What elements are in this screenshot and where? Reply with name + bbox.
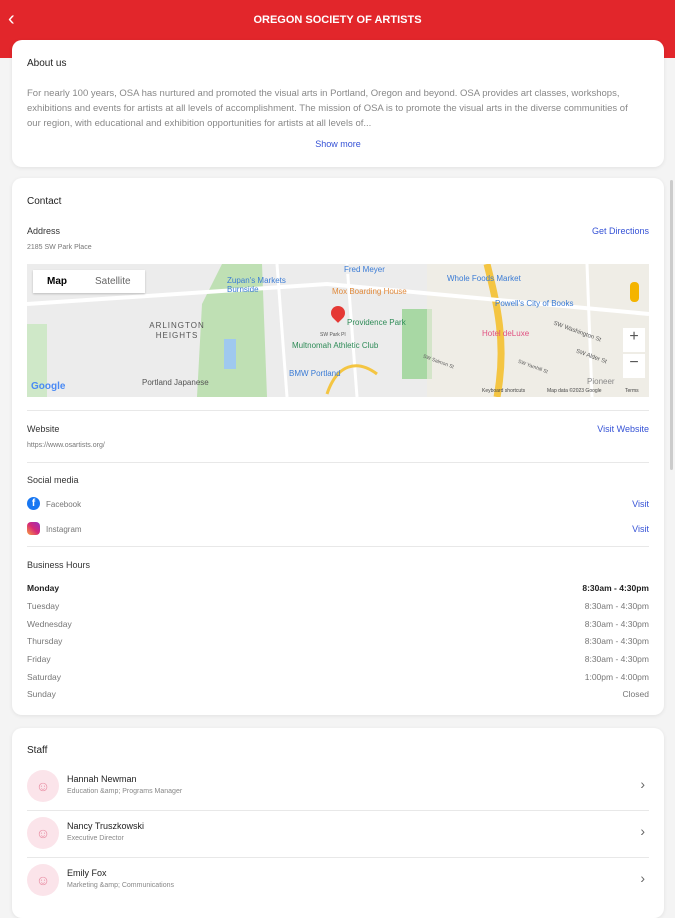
hours-row: Sunday Closed <box>27 689 649 699</box>
hours-row: Tuesday 8:30am - 4:30pm <box>27 601 649 611</box>
address-value: 2185 SW Park Place <box>27 244 92 251</box>
person-avatar-icon: ☺ <box>27 864 59 896</box>
satellite-tab[interactable]: Satellite <box>81 270 145 293</box>
hours-row: Saturday 1:00pm - 4:00pm <box>27 672 649 682</box>
contact-title: Contact <box>27 196 62 207</box>
about-title: About us <box>27 58 67 69</box>
day: Tuesday <box>27 601 60 611</box>
staff-role: Marketing &amp; Communications <box>67 882 174 889</box>
divider <box>27 410 649 411</box>
map-label: Multnomah Athletic Club <box>292 341 379 350</box>
chevron-right-icon[interactable]: › <box>640 870 645 886</box>
map-label: Hotel deLuxe <box>482 329 530 338</box>
contact-card: Contact Address 2185 SW Park Place Get D… <box>12 178 664 715</box>
website-label: Website <box>27 424 60 434</box>
website-url: https://www.osartists.org/ <box>27 442 105 449</box>
person-avatar-icon: ☺ <box>27 817 59 849</box>
hours-row: Wednesday 8:30am - 4:30pm <box>27 619 649 629</box>
hours-row: Thursday 8:30am - 4:30pm <box>27 636 649 646</box>
map-label: Whole Foods Market <box>447 274 521 283</box>
instagram-icon <box>27 522 40 535</box>
day: Monday <box>27 583 60 593</box>
staff-item[interactable]: ☺ Emily Fox Marketing &amp; Communicatio… <box>27 858 649 904</box>
staff-role: Education &amp; Programs Manager <box>67 788 183 795</box>
time: 8:30am - 4:30pm <box>584 654 649 664</box>
map-label: BMW Portland <box>289 369 341 378</box>
zoom-out-button[interactable]: − <box>623 354 645 378</box>
map-label: Portland Japanese <box>142 378 209 387</box>
map-type-toggle: Map Satellite <box>33 270 145 293</box>
staff-title: Staff <box>27 745 48 756</box>
map[interactable]: Map Satellite Fred Meyer Zupan's Markets… <box>27 264 649 397</box>
map-label: Providence Park <box>347 318 406 327</box>
instagram-visit-link[interactable]: Visit <box>632 524 649 534</box>
map-label: ARLINGTON HEIGHTS <box>149 321 205 340</box>
hours-row: Monday 8:30am - 4:30pm <box>27 583 649 593</box>
about-text: For nearly 100 years, OSA has nurtured a… <box>27 88 628 129</box>
visit-website-link[interactable]: Visit Website <box>597 424 649 434</box>
map-label: Zupan's Markets Burnside <box>227 276 286 294</box>
street-view-pegman-icon[interactable] <box>630 282 639 302</box>
day: Friday <box>27 654 51 664</box>
time: 8:30am - 4:30pm <box>584 601 649 611</box>
keyboard-shortcuts-link[interactable]: Keyboard shortcuts <box>482 388 525 394</box>
staff-role: Executive Director <box>67 835 124 842</box>
staff-name: Nancy Truszkowski <box>67 821 145 831</box>
facebook-visit-link[interactable]: Visit <box>632 499 649 509</box>
hours-row: Friday 8:30am - 4:30pm <box>27 654 649 664</box>
chevron-right-icon[interactable]: › <box>640 776 645 792</box>
get-directions-link[interactable]: Get Directions <box>592 226 649 236</box>
map-tab[interactable]: Map <box>33 270 81 293</box>
chevron-right-icon[interactable]: › <box>640 823 645 839</box>
terms-link[interactable]: Terms <box>625 388 639 394</box>
time: 8:30am - 4:30pm <box>584 636 649 646</box>
facebook-icon: f <box>27 497 40 510</box>
map-label: Fred Meyer <box>342 265 387 274</box>
social-media-label: Social media <box>27 475 79 485</box>
person-avatar-icon: ☺ <box>27 770 59 802</box>
staff-name: Hannah Newman <box>67 774 137 784</box>
day: Sunday <box>27 689 56 699</box>
time: 8:30am - 4:30pm <box>584 619 649 629</box>
staff-name: Emily Fox <box>67 868 107 878</box>
staff-item[interactable]: ☺ Nancy Truszkowski Executive Director › <box>27 811 649 857</box>
divider <box>27 462 649 463</box>
time: Closed <box>622 689 649 699</box>
map-label: Powell's City of Books <box>495 299 574 308</box>
google-logo: Google <box>31 381 66 392</box>
facebook-label: Facebook <box>46 500 82 509</box>
scrollbar[interactable] <box>670 180 673 470</box>
staff-item[interactable]: ☺ Hannah Newman Education &amp; Programs… <box>27 764 649 810</box>
divider <box>27 546 649 547</box>
time: 8:30am - 4:30pm <box>582 583 649 593</box>
day: Wednesday <box>27 619 72 629</box>
staff-card: Staff ☺ Hannah Newman Education &amp; Pr… <box>12 728 664 918</box>
map-label: Pioneer <box>587 377 615 386</box>
map-attribution: Map data ©2023 Google <box>547 388 602 394</box>
business-hours-label: Business Hours <box>27 560 91 570</box>
about-card: About us For nearly 100 years, OSA has n… <box>12 40 664 167</box>
time: 1:00pm - 4:00pm <box>584 672 649 682</box>
instagram-label: Instagram <box>46 525 82 534</box>
show-more-link[interactable]: Show more <box>12 139 664 149</box>
address-label: Address <box>27 226 61 236</box>
day: Saturday <box>27 672 62 682</box>
day: Thursday <box>27 636 63 646</box>
zoom-in-button[interactable]: + <box>623 328 645 352</box>
map-label: Mox Boarding House <box>332 287 407 296</box>
map-label: SW Park Pl <box>320 332 346 338</box>
page-title: OREGON SOCIETY OF ARTISTS <box>253 14 422 26</box>
